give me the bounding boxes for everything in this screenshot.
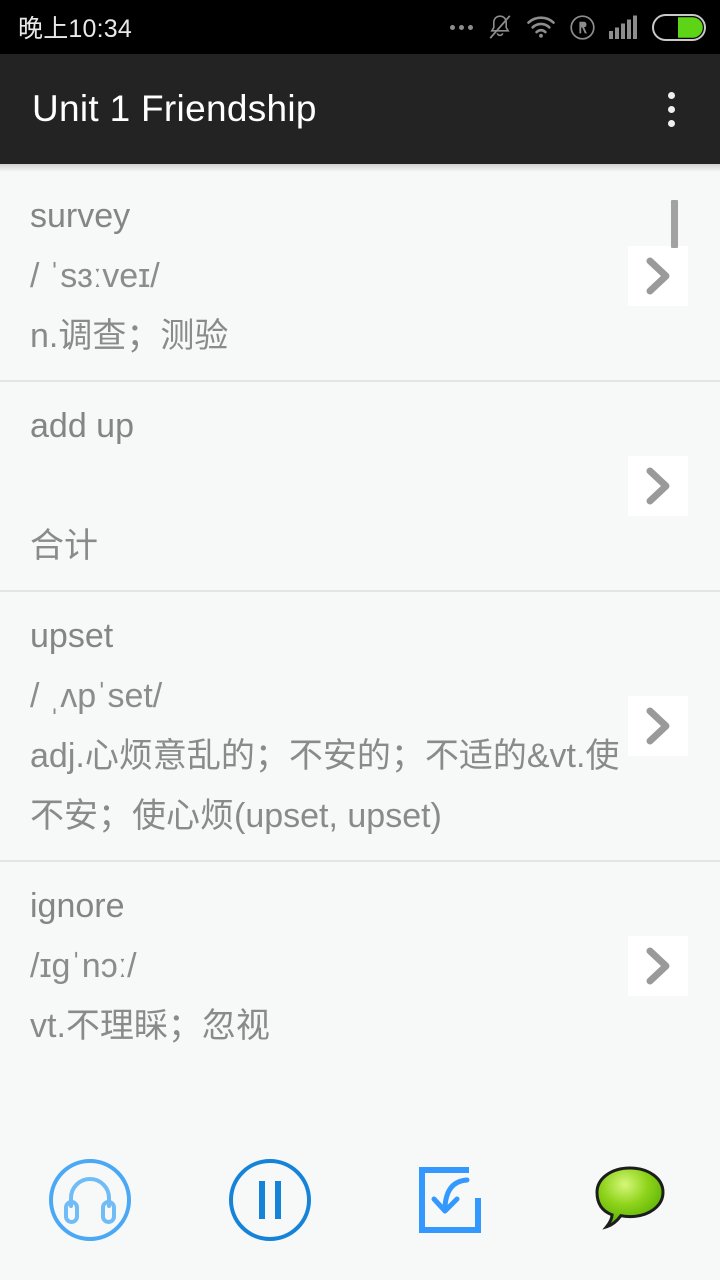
chevron-right-icon[interactable] [628,936,688,996]
page-title: Unit 1 Friendship [32,88,317,129]
action-bar-shadow [0,164,720,172]
word-text: survey [30,197,131,235]
status-bar: 晚上10:34 [0,0,720,54]
ellipsis-icon [450,24,473,30]
list-item[interactable]: survey / ˈsɜːveɪ/ n.调查；测验 [0,172,720,380]
definition-text: adj.心烦意乱的；不安的；不适的&vt.使不安；使心烦(upset, upse… [30,737,620,835]
action-bar: Unit 1 Friendship [0,54,720,164]
roaming-r-icon [570,14,595,40]
phonetic-text [30,456,620,516]
pause-icon [229,1159,311,1241]
chevron-right-icon[interactable] [628,456,688,516]
definition-text: vt.不理睬；忽视 [30,1007,270,1045]
import-button[interactable] [360,1120,540,1280]
word-text: ignore [30,887,125,925]
definition-text: n.调查；测验 [30,317,229,355]
phonetic-text: /ɪgˈnɔː/ [30,947,137,985]
status-clock: 晚上10:34 [18,15,132,43]
phonetic-text: / ˈsɜːveɪ/ [30,257,160,295]
bell-muted-icon [489,15,511,39]
bottom-toolbar [0,1120,720,1280]
list-item[interactable]: ignore /ɪgˈnɔː/ vt.不理睬；忽视 [0,860,720,1048]
signal-bars-icon [609,15,637,39]
scrollbar-thumb[interactable] [671,200,678,248]
definition-text: 合计 [30,527,98,565]
pause-button[interactable] [180,1120,360,1280]
list-item[interactable]: add up 合计 [0,380,720,590]
chevron-right-icon[interactable] [628,696,688,756]
chevron-right-icon[interactable] [628,246,688,306]
import-icon [419,1167,481,1233]
word-text: upset [30,617,114,655]
wifi-icon [527,16,555,38]
phonetic-text: / ˌʌpˈset/ [30,677,163,715]
word-list[interactable]: survey / ˈsɜːveɪ/ n.调查；测验 add up 合计 upse… [0,172,720,1048]
word-text: add up [30,407,134,445]
headphones-icon [49,1159,131,1241]
headphones-button[interactable] [0,1120,180,1280]
status-icon-tray [450,13,706,41]
chat-bubble-icon [595,1166,665,1230]
list-item[interactable]: upset / ˌʌpˈset/ adj.心烦意乱的；不安的；不适的&vt.使不… [0,590,720,860]
overflow-menu-icon[interactable] [648,79,694,139]
battery-icon [652,13,706,41]
chat-button[interactable] [540,1120,720,1280]
app-root: 晚上10:34 Unit 1 Friendship survey / ˈsɜːv… [0,0,720,1280]
